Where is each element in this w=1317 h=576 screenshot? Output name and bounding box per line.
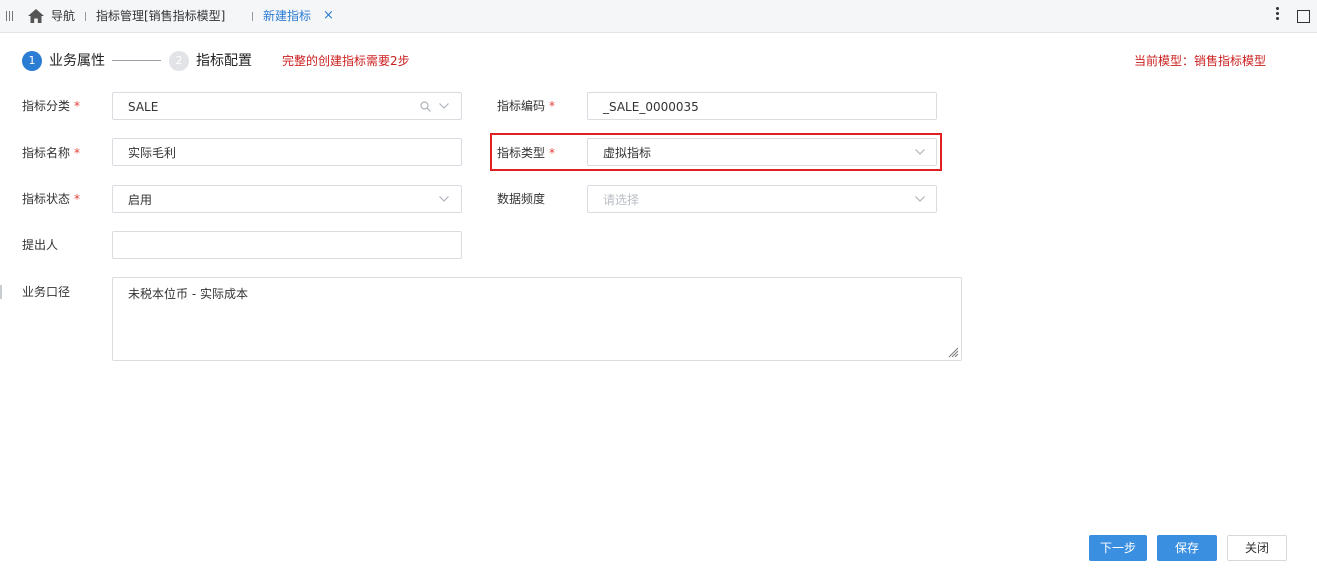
tab-separator [252, 12, 253, 21]
save-button[interactable]: 保存 [1157, 535, 1217, 561]
tab-indicator-management[interactable]: 指标管理[销售指标模型] [96, 9, 225, 23]
home-icon[interactable] [28, 9, 44, 23]
business-definition-value: 未税本位币 - 实际成本 [128, 287, 248, 301]
frequency-label: 数据频度 [497, 192, 546, 206]
code-label: 指标编码 * [497, 99, 556, 113]
maximize-icon[interactable] [1297, 10, 1310, 23]
category-value: SALE [128, 100, 159, 114]
status-label: 指标状态 * [22, 192, 81, 206]
code-value: _SALE_0000035 [603, 100, 699, 114]
more-icon[interactable] [1276, 7, 1280, 23]
current-model: 当前模型：销售指标模型 [1134, 54, 1267, 68]
chevron-down-icon[interactable] [439, 195, 449, 203]
name-value: 实际毛利 [128, 146, 177, 160]
step-connector [112, 60, 161, 61]
step-2-label: 指标配置 [196, 53, 252, 69]
tab-separator [85, 12, 86, 21]
step-hint: 完整的创建指标需要2步 [282, 54, 410, 68]
next-step-button[interactable]: 下一步 [1089, 535, 1147, 561]
name-input[interactable]: 实际毛利 [112, 138, 462, 166]
status-value: 启用 [128, 193, 153, 207]
tab-bar: 导航 指标管理[销售指标模型] 新建指标 × [0, 0, 1317, 33]
business-definition-label: 业务口径 [22, 285, 71, 299]
tab-nav[interactable]: 导航 [51, 9, 75, 23]
left-edge-marker [0, 285, 2, 299]
step-1-label: 业务属性 [49, 53, 105, 69]
name-label: 指标名称 * [22, 146, 81, 160]
type-select[interactable]: 虚拟指标 [587, 138, 937, 166]
code-input[interactable]: _SALE_0000035 [587, 92, 937, 120]
tab-close-icon[interactable]: × [323, 9, 334, 23]
frequency-select[interactable]: 请选择 [587, 185, 937, 213]
status-select[interactable]: 启用 [112, 185, 462, 213]
chevron-down-icon[interactable] [915, 195, 925, 203]
step-1-number: 1 [22, 51, 42, 71]
step-2-number: 2 [169, 51, 189, 71]
chevron-down-icon[interactable] [915, 148, 925, 156]
tab-new-indicator[interactable]: 新建指标 [263, 9, 311, 23]
category-label: 指标分类 * [22, 99, 81, 113]
close-button[interactable]: 关闭 [1227, 535, 1287, 561]
type-value: 虚拟指标 [603, 146, 652, 160]
business-definition-textarea[interactable]: 未税本位币 - 实际成本 [112, 277, 962, 361]
proposer-label: 提出人 [22, 238, 59, 252]
category-select[interactable]: SALE [112, 92, 462, 120]
frequency-placeholder: 请选择 [603, 193, 640, 207]
search-icon[interactable] [420, 101, 431, 112]
menu-icon[interactable] [6, 11, 15, 21]
proposer-input[interactable] [112, 231, 462, 259]
resize-handle-icon[interactable] [947, 346, 959, 358]
type-label: 指标类型 * [497, 146, 556, 160]
chevron-down-icon[interactable] [439, 102, 449, 110]
